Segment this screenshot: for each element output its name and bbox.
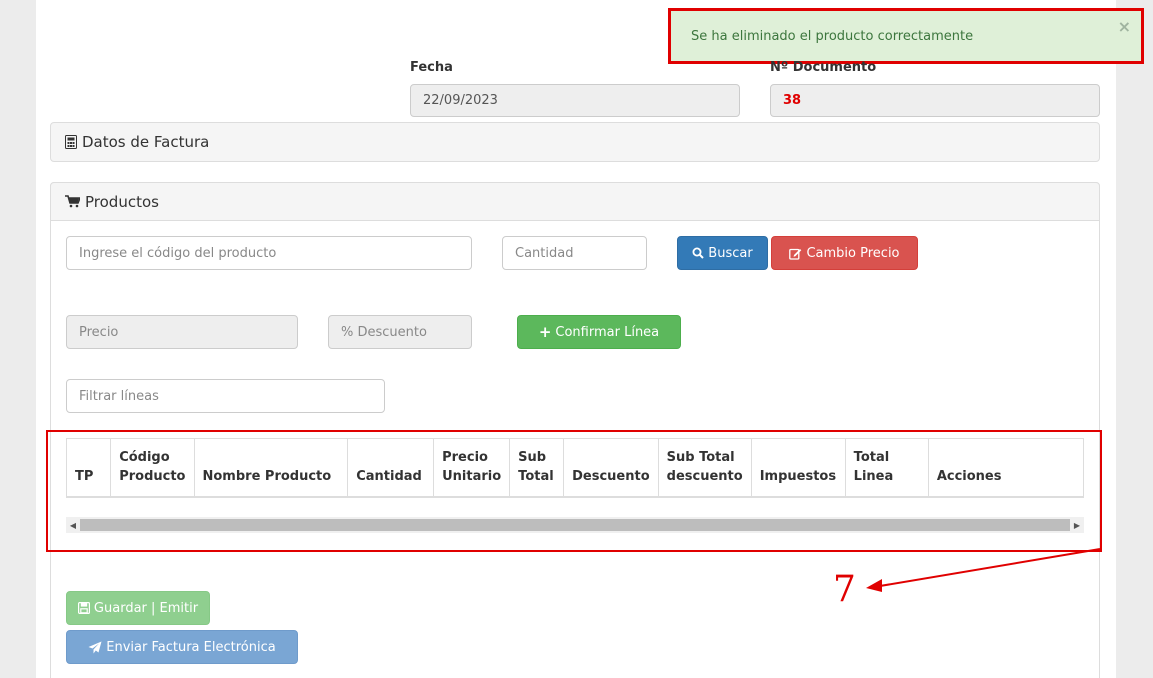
plus-icon: + <box>538 323 552 341</box>
fecha-label: Fecha <box>410 60 453 75</box>
column-header-line: Total <box>518 469 554 484</box>
products-table-container: TP Código Producto Nombre Producto Cantidad P… <box>66 438 1084 498</box>
cantidad-input[interactable] <box>502 236 647 270</box>
filtrar-lineas-input[interactable] <box>66 379 385 413</box>
paper-plane-icon <box>88 641 102 654</box>
column-header-line: Precio <box>442 450 488 465</box>
close-icon[interactable]: × <box>1118 17 1131 36</box>
column-header[interactable]: Código Producto <box>110 439 195 498</box>
column-header-line: Acciones <box>936 469 1002 484</box>
alert-message: Se ha eliminado el producto correctament… <box>691 28 974 44</box>
table-header-row: TP Código Producto Nombre Producto Cantidad P… <box>67 439 1083 498</box>
column-header-line: Producto <box>119 469 186 484</box>
column-header[interactable]: Total Linea <box>845 439 929 498</box>
buscar-button[interactable]: Buscar <box>677 236 768 270</box>
datos-factura-title: Datos de Factura <box>82 133 210 151</box>
cambio-precio-label: Cambio Precio <box>806 245 900 261</box>
column-header[interactable]: TP <box>67 439 112 498</box>
descuento-input <box>328 315 472 349</box>
cambio-precio-button[interactable]: Cambio Precio <box>771 236 918 270</box>
column-header-line: TP <box>75 469 94 484</box>
products-table: TP Código Producto Nombre Producto Cantidad P… <box>67 439 1083 498</box>
column-header[interactable]: Cantidad <box>347 439 435 498</box>
documento-label: Nº Documento <box>770 60 877 75</box>
datos-factura-panel[interactable]: Datos de Factura <box>50 122 1100 162</box>
column-header-line: Impuestos <box>759 469 837 484</box>
confirmar-linea-button[interactable]: + Confirmar Línea <box>517 315 681 349</box>
scrollbar-thumb[interactable] <box>80 519 1070 531</box>
column-header-line: Código <box>119 450 170 465</box>
scroll-left-icon[interactable]: ◀ <box>66 521 80 530</box>
precio-input <box>66 315 298 349</box>
shopping-cart-icon <box>65 195 80 208</box>
guardar-emitir-button[interactable]: Guardar | Emitir <box>66 591 210 625</box>
save-icon <box>77 602 90 614</box>
column-header-line: Unitario <box>442 469 502 484</box>
horizontal-scrollbar[interactable]: ◀ ▶ <box>66 517 1084 533</box>
scroll-right-icon[interactable]: ▶ <box>1070 521 1084 530</box>
documento-field: 38 <box>770 84 1100 117</box>
search-icon <box>692 247 705 259</box>
column-header-line: descuento <box>666 469 743 484</box>
column-header[interactable]: Sub Total descuento <box>658 439 752 498</box>
annotation-number: 7 <box>833 569 856 610</box>
column-header-line: Nombre Producto <box>202 469 332 484</box>
success-alert: Se ha eliminado el producto correctament… <box>668 8 1144 64</box>
productos-title: Productos <box>85 192 159 211</box>
column-header[interactable]: Descuento <box>563 439 659 498</box>
edit-icon <box>789 247 802 260</box>
column-header[interactable]: Impuestos <box>751 439 846 498</box>
codigo-producto-input[interactable] <box>66 236 472 270</box>
calculator-icon <box>65 135 77 149</box>
column-header-line: Total <box>853 450 890 465</box>
documento-value: 38 <box>783 93 802 108</box>
buscar-label: Buscar <box>708 245 753 261</box>
annotation-arrow <box>866 548 1101 592</box>
column-header-line: Sub Total <box>666 450 735 465</box>
column-header-line: Sub <box>518 450 547 465</box>
enviar-factura-button[interactable]: Enviar Factura Electrónica <box>66 630 298 664</box>
column-header[interactable]: Sub Total <box>509 439 565 498</box>
column-header-line: Cantidad <box>356 469 422 484</box>
enviar-factura-label: Enviar Factura Electrónica <box>106 639 276 655</box>
guardar-emitir-label: Guardar | Emitir <box>93 600 199 616</box>
column-header[interactable]: Precio Unitario <box>433 439 511 498</box>
fecha-value: 22/09/2023 <box>423 93 498 108</box>
fecha-field: 22/09/2023 <box>410 84 740 117</box>
column-header[interactable]: Acciones <box>928 439 1083 498</box>
productos-panel-header[interactable]: Productos <box>50 182 1100 221</box>
column-header-line: Linea <box>853 469 894 484</box>
column-header-line: Descuento <box>572 469 650 484</box>
column-header[interactable]: Nombre Producto <box>194 439 349 498</box>
confirmar-linea-label: Confirmar Línea <box>555 324 660 340</box>
